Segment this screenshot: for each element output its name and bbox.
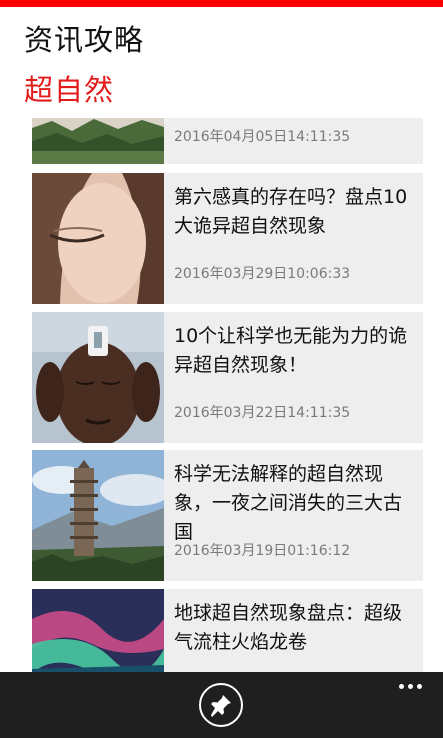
article-date: 2016年03月29日10:06:33 [174,266,351,282]
article-title: 10个让科学也无能为力的诡异超自然现象！ [174,325,408,376]
more-dots-icon [399,684,404,689]
mountain-landscape-image [32,118,164,164]
more-dots-icon [408,684,413,689]
section-title: 超自然 [24,73,115,107]
article-date: 2016年03月22日14:11:35 [174,405,351,421]
app-title: 资讯攻略 [24,23,145,57]
more-options-button[interactable] [391,676,431,698]
article-date: 2016年04月05日14:11:35 [174,129,351,145]
article-date: 2016年03月19日01:16:12 [174,543,351,559]
article-title: 科学无法解释的超自然现象，一夜之间消失的三大古国 [174,463,403,543]
article-item[interactable]: 科学无法解释的超自然现象，一夜之间消失的三大古国 2016年03月19日01:1… [32,450,423,581]
article-item[interactable]: 10个让科学也无能为力的诡异超自然现象！ 2016年03月22日14:11:35 [32,312,423,443]
top-accent-bar [0,0,443,7]
closed-eye-face-image [32,173,164,304]
article-title: 地球超自然现象盘点：超级气流柱火焰龙卷 [174,602,403,653]
pagoda-image [32,450,164,581]
app-bar [0,672,443,738]
article-title: 第六感真的存在吗？盘点10大诡异超自然现象 [174,186,408,237]
meditating-man-image [32,312,164,443]
article-list-viewport[interactable]: 2016年04月05日14:11:35 第六感真的存在吗？盘点10大诡异超自然现… [0,118,443,672]
aurora-image [32,589,164,672]
article-item[interactable]: 2016年04月05日14:11:35 [32,118,423,164]
pin-icon [211,695,231,717]
article-item[interactable]: 第六感真的存在吗？盘点10大诡异超自然现象 2016年03月29日10:06:3… [32,173,423,304]
more-dots-icon [417,684,422,689]
article-item[interactable]: 地球超自然现象盘点：超级气流柱火焰龙卷 [32,589,423,672]
pin-button[interactable] [199,683,243,727]
